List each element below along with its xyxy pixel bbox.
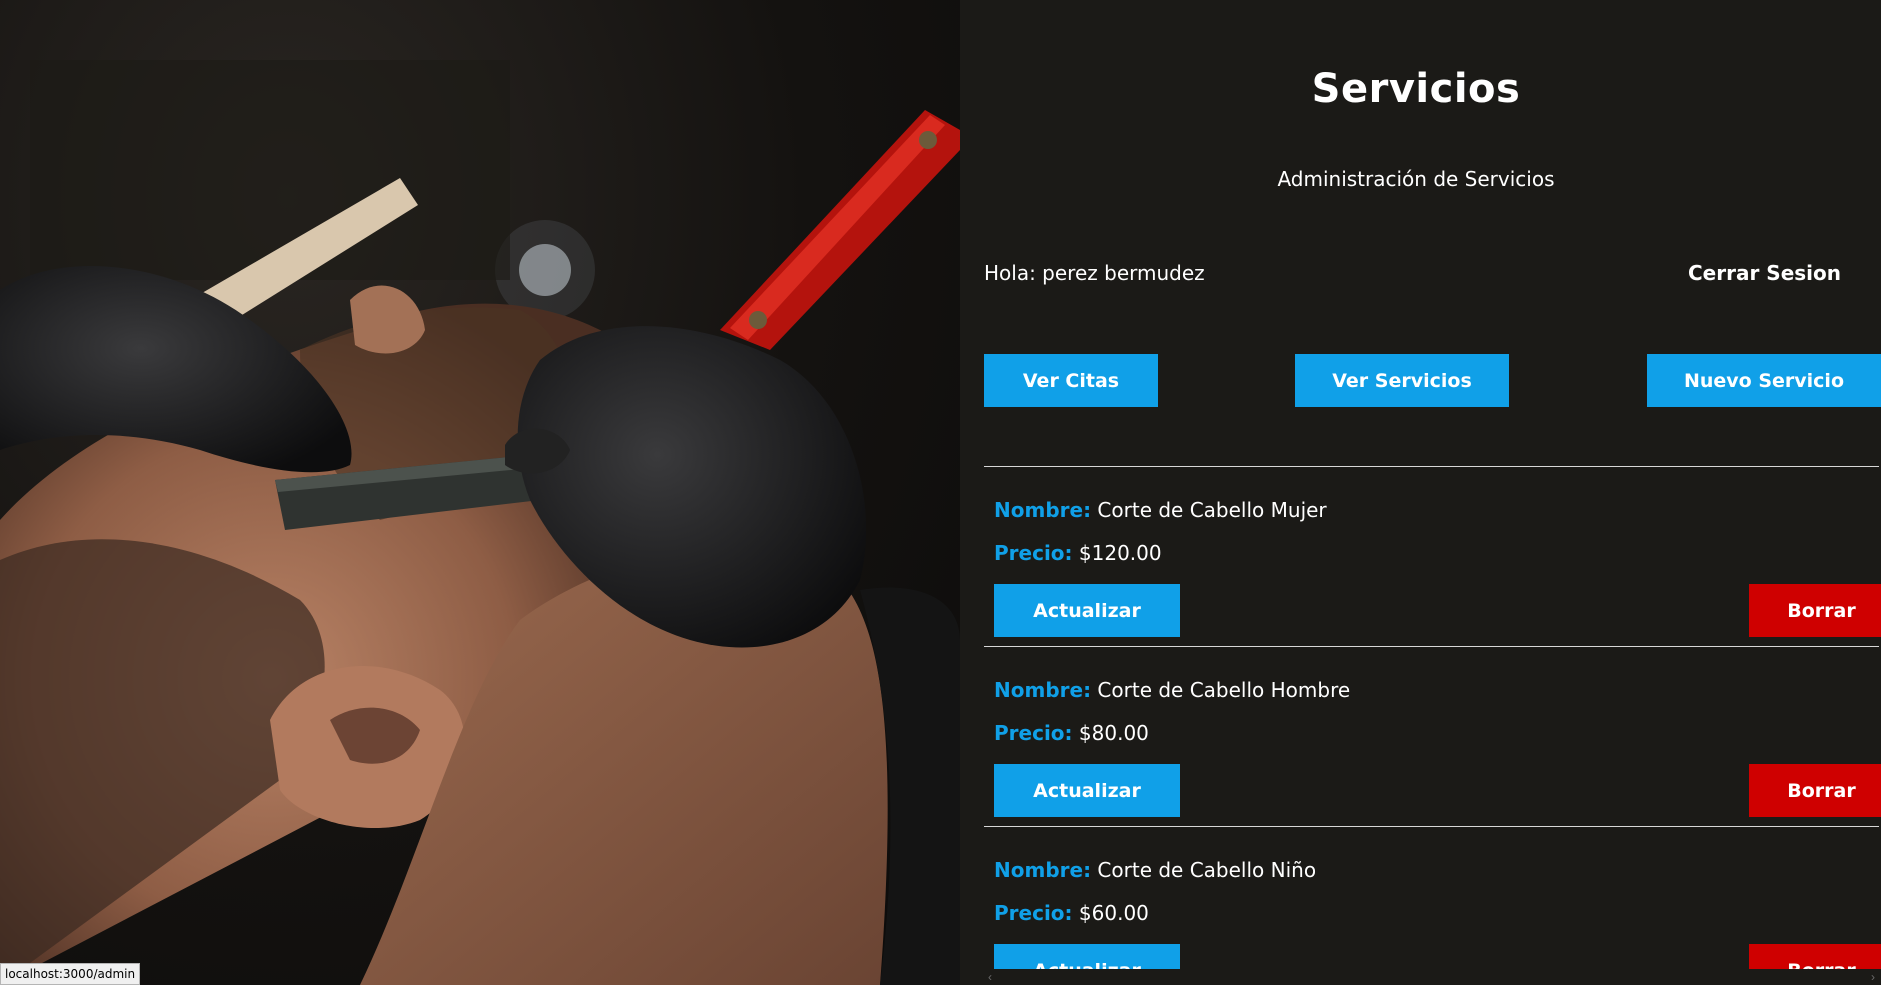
service-item: Nombre: Corte de Cabello Niño Precio: $6…	[984, 827, 1881, 985]
service-price-value: $80.00	[1078, 721, 1149, 745]
service-price-key: Precio:	[994, 721, 1073, 745]
chevron-left-icon[interactable]: ‹	[988, 969, 992, 985]
update-service-button[interactable]: Actualizar	[994, 764, 1180, 817]
service-name-field: Nombre: Corte de Cabello Hombre	[994, 678, 1350, 702]
barber-shaving-photo	[0, 0, 960, 985]
admin-panel: Servicios Administración de Servicios Ho…	[960, 0, 1881, 985]
service-name-value: Corte de Cabello Mujer	[1097, 498, 1327, 522]
service-name-key: Nombre:	[994, 858, 1092, 882]
service-price-key: Precio:	[994, 541, 1073, 565]
page-title: Servicios	[1311, 66, 1521, 112]
service-name-value: Corte de Cabello Niño	[1097, 858, 1317, 882]
service-name-key: Nombre:	[994, 678, 1092, 702]
delete-service-button[interactable]: Borrar	[1749, 584, 1881, 637]
service-price-key: Precio:	[994, 901, 1073, 925]
service-price-field: Precio: $60.00	[994, 901, 1149, 925]
view-services-button[interactable]: Ver Servicios	[1295, 354, 1509, 407]
service-name-field: Nombre: Corte de Cabello Mujer	[994, 498, 1327, 522]
new-service-button[interactable]: Nuevo Servicio	[1647, 354, 1881, 407]
page-subtitle: Administración de Servicios	[1277, 167, 1555, 191]
chevron-right-icon[interactable]: ›	[1871, 969, 1875, 985]
delete-service-button[interactable]: Borrar	[1749, 764, 1881, 817]
service-name-key: Nombre:	[994, 498, 1092, 522]
service-price-field: Precio: $120.00	[994, 541, 1162, 565]
service-name-field: Nombre: Corte de Cabello Niño	[994, 858, 1316, 882]
service-item: Nombre: Corte de Cabello Mujer Precio: $…	[984, 467, 1881, 647]
service-price-field: Precio: $80.00	[994, 721, 1149, 745]
horizontal-scrollbar[interactable]: ‹ ›	[960, 969, 1881, 985]
service-name-value: Corte de Cabello Hombre	[1097, 678, 1351, 702]
user-greeting: Hola: perez bermudez	[984, 261, 1205, 285]
status-bar-url: localhost:3000/admin	[0, 963, 141, 985]
service-price-value: $60.00	[1078, 901, 1149, 925]
view-appointments-button[interactable]: Ver Citas	[984, 354, 1158, 407]
service-item: Nombre: Corte de Cabello Hombre Precio: …	[984, 647, 1881, 827]
service-price-value: $120.00	[1078, 541, 1162, 565]
update-service-button[interactable]: Actualizar	[994, 584, 1180, 637]
photo-illustration	[0, 60, 960, 985]
logout-link[interactable]: Cerrar Sesion	[1688, 261, 1841, 285]
